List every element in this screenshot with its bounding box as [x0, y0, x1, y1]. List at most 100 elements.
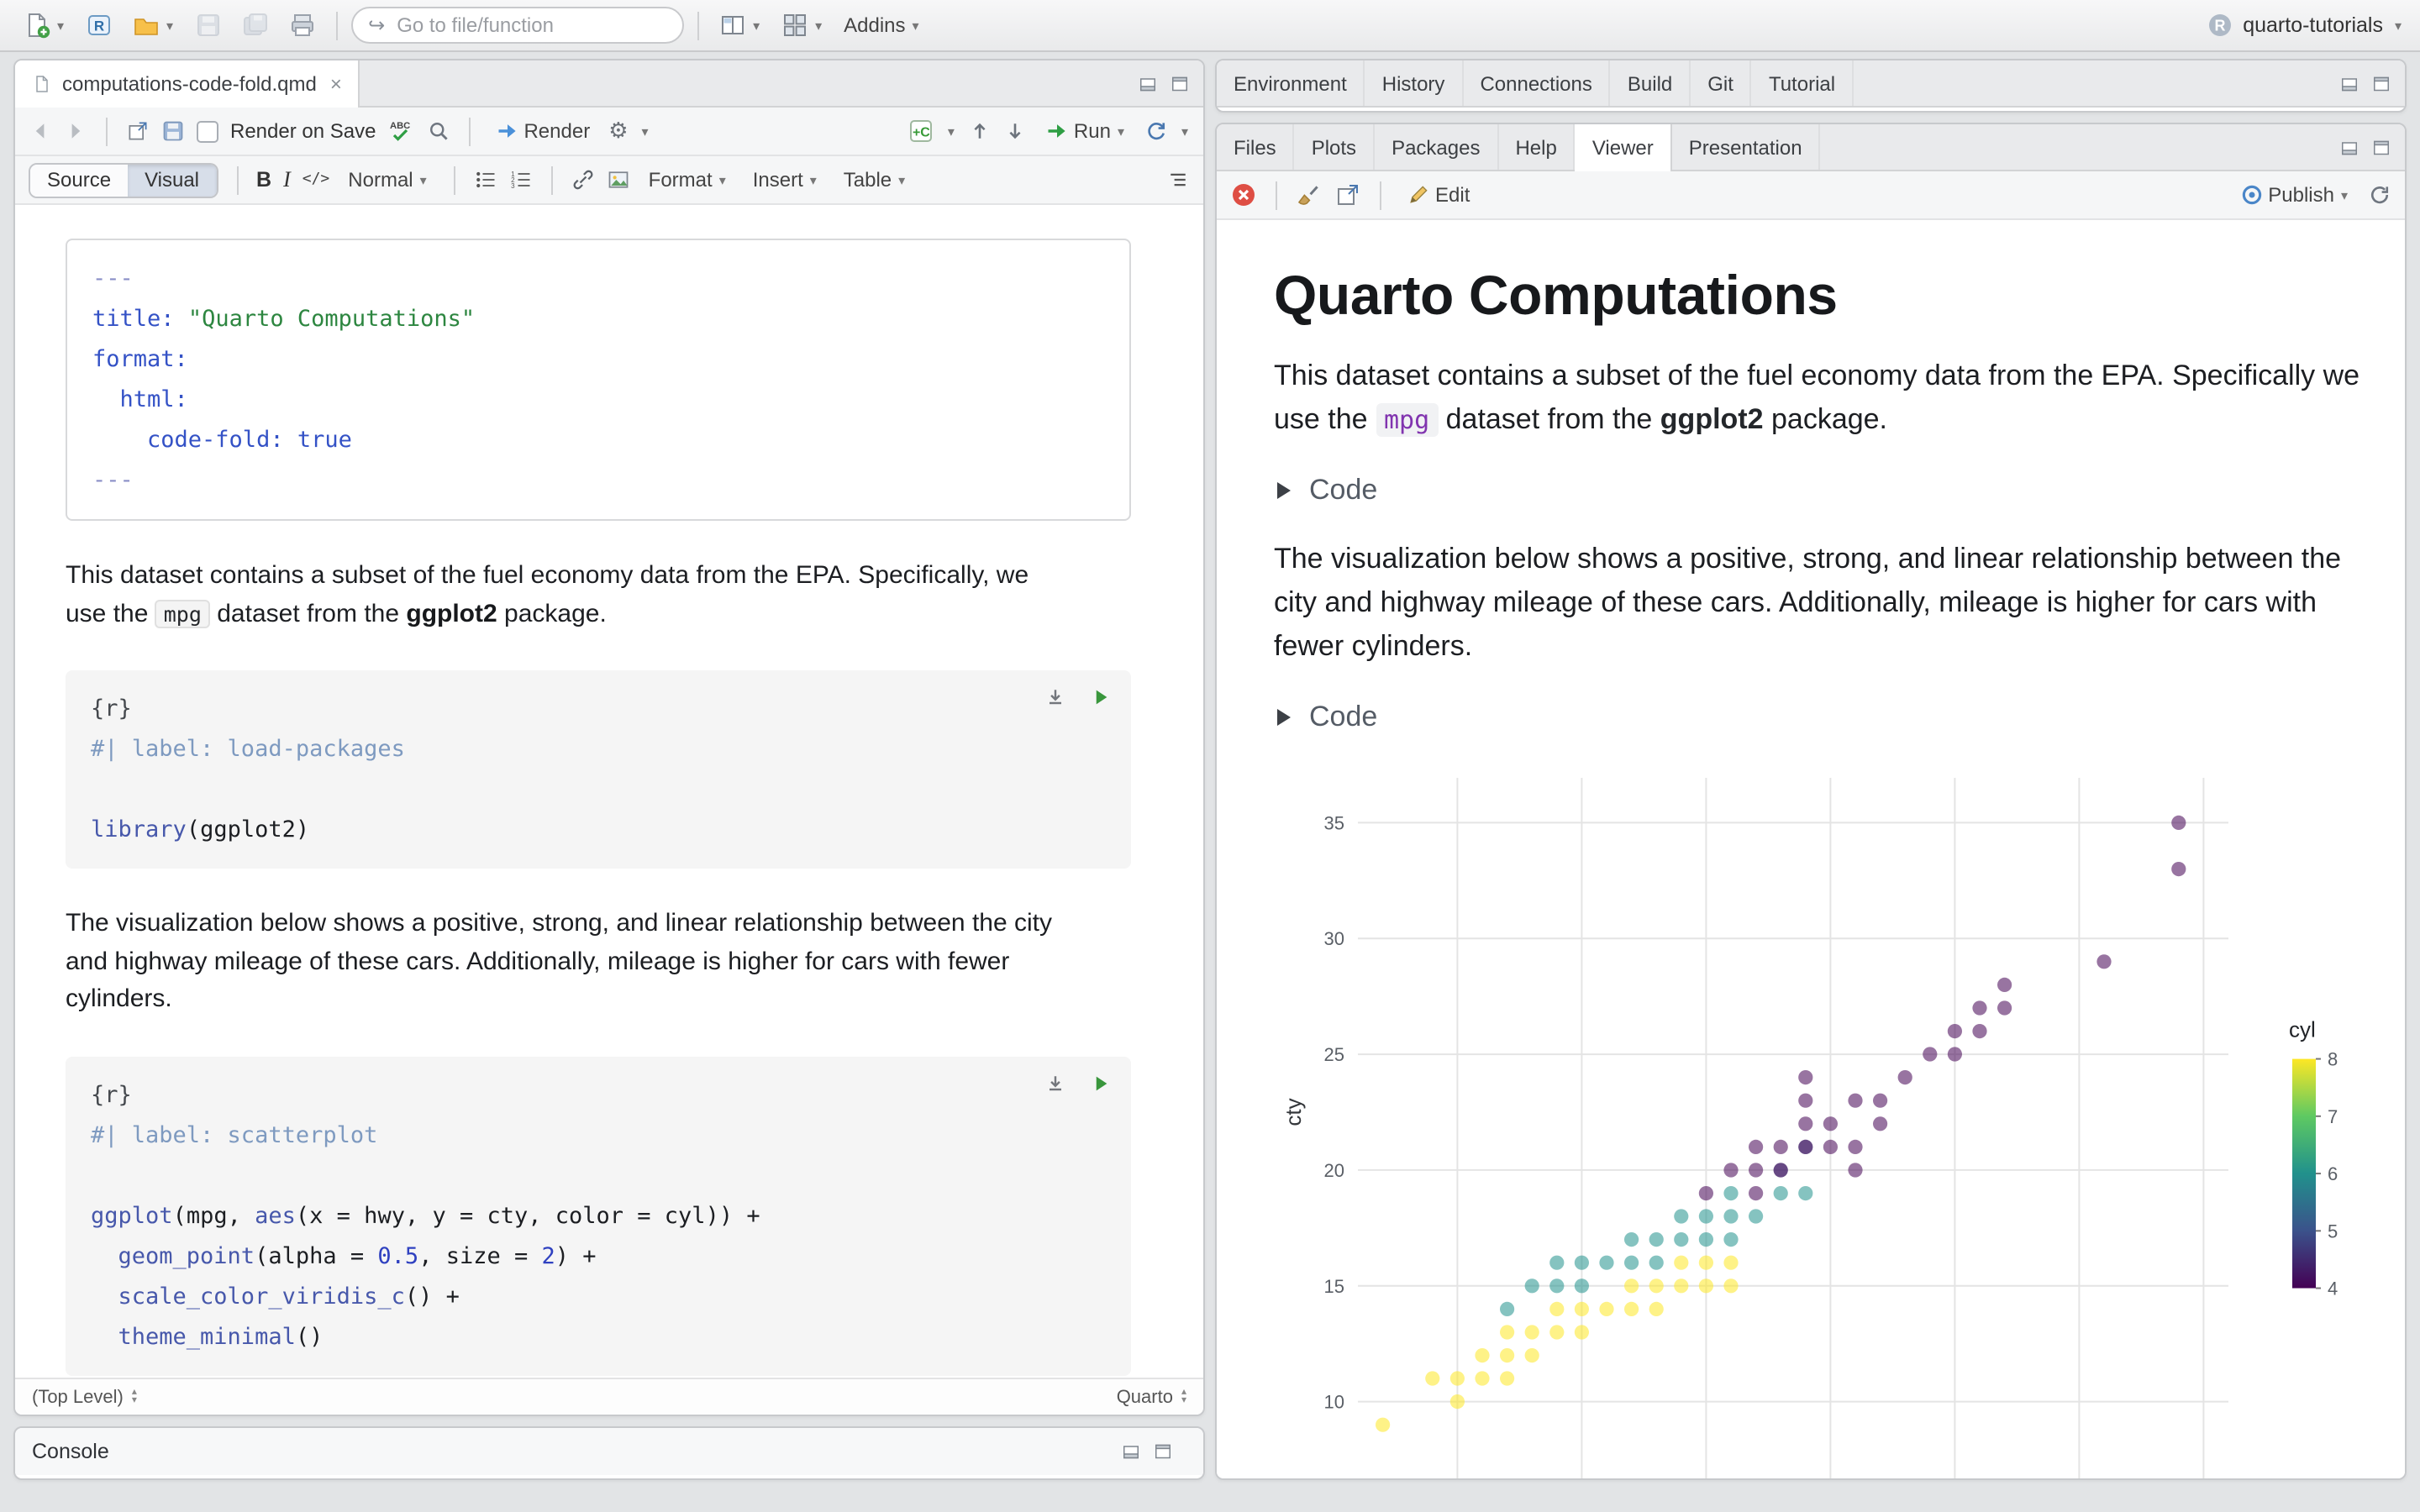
refresh-icon[interactable]: [2368, 183, 2391, 207]
pane-controls: [1138, 60, 1203, 106]
new-project-button[interactable]: R: [79, 7, 119, 44]
addins-menu[interactable]: Addins ▾: [837, 7, 927, 44]
bullet-list-icon[interactable]: [474, 168, 497, 192]
editor-tab-label: computations-code-fold.qmd: [62, 72, 317, 96]
source-mode-button[interactable]: Source: [30, 164, 129, 196]
image-icon[interactable]: [607, 168, 630, 192]
publish-button[interactable]: Publish ▾: [2233, 176, 2356, 213]
gear-icon[interactable]: ⚙: [608, 118, 628, 144]
forward-icon[interactable]: [64, 119, 87, 143]
tab-files[interactable]: Files: [1217, 124, 1295, 170]
pane-layout-button[interactable]: ▾: [775, 7, 830, 44]
run-chunks-above-icon[interactable]: [1044, 1071, 1067, 1095]
open-file-button[interactable]: ▾: [126, 7, 182, 44]
tab-environment[interactable]: Environment: [1217, 60, 1365, 106]
code-fold-toggle[interactable]: Code: [1277, 473, 2405, 507]
toolbar-divider: [1276, 181, 1277, 209]
popout-icon[interactable]: [126, 119, 150, 143]
back-icon[interactable]: [29, 119, 52, 143]
workspace-panes-button[interactable]: ▾: [713, 7, 768, 44]
table-menu[interactable]: Table ▾: [837, 161, 913, 198]
toolbar-divider: [236, 165, 238, 194]
code-fold-toggle[interactable]: Code: [1277, 700, 2405, 733]
format-menu[interactable]: Format ▾: [642, 161, 734, 198]
popout-icon[interactable]: [1334, 181, 1361, 208]
outline-location-selector[interactable]: (Top Level) ▴ ▾: [32, 1387, 137, 1407]
editor-paragraph[interactable]: The visualization below shows a positive…: [66, 906, 1074, 1019]
tab-help[interactable]: Help: [1498, 124, 1576, 170]
run-button[interactable]: Run ▾: [1039, 113, 1133, 150]
clear-viewer-icon[interactable]: [1230, 181, 1257, 208]
tab-history[interactable]: History: [1365, 60, 1464, 106]
close-icon[interactable]: ×: [330, 72, 342, 96]
italic-button[interactable]: I: [283, 166, 291, 193]
render-on-save-label: Render on Save: [230, 119, 376, 143]
new-file-button[interactable]: ▾: [17, 7, 72, 44]
run-chunks-above-icon[interactable]: [1044, 685, 1067, 709]
maximize-pane-icon[interactable]: [1153, 1441, 1173, 1462]
bold-button[interactable]: B: [256, 168, 271, 192]
outline-toggle-icon[interactable]: [1166, 168, 1190, 192]
editor-statusbar: (Top Level) ▴ ▾ Quarto ▴ ▾: [15, 1378, 1203, 1415]
goto-file-input[interactable]: [393, 12, 636, 39]
editor-tab[interactable]: computations-code-fold.qmd ×: [15, 60, 360, 108]
rerun-icon[interactable]: [1144, 119, 1168, 143]
inline-code-button[interactable]: </>: [302, 171, 330, 188]
paragraph-style-menu[interactable]: Normal ▾: [341, 161, 434, 198]
tab-connections[interactable]: Connections: [1463, 60, 1611, 106]
run-chunk-icon[interactable]: [1089, 1071, 1113, 1095]
render-on-save-checkbox[interactable]: [197, 120, 218, 142]
search-icon[interactable]: [426, 119, 450, 143]
maximize-pane-icon[interactable]: [2371, 137, 2391, 157]
print-button[interactable]: [282, 7, 323, 44]
spellcheck-icon[interactable]: ABC: [387, 118, 414, 144]
edit-button[interactable]: Edit: [1400, 176, 1476, 213]
code-chunk-scatterplot[interactable]: {r} #| label: scatterplot ggplot(mpg, aes…: [66, 1056, 1131, 1375]
minimize-pane-icon[interactable]: [2339, 137, 2360, 157]
tab-plots[interactable]: Plots: [1295, 124, 1376, 170]
addins-label: Addins: [844, 13, 906, 37]
language-mode-selector[interactable]: Quarto ▴ ▾: [1117, 1387, 1186, 1407]
minimize-pane-icon[interactable]: [2339, 73, 2360, 93]
chunk-code: {r} #| label: load-packages library(ggplo…: [91, 696, 405, 843]
r-project-icon: R: [2208, 14, 2231, 36]
svg-text:ABC: ABC: [389, 121, 409, 131]
save-icon[interactable]: [161, 119, 185, 143]
tab-tutorial[interactable]: Tutorial: [1752, 60, 1854, 106]
goto-arrow-icon: ↪: [368, 13, 386, 37]
caret-down-icon: ▾: [2394, 18, 2402, 33]
minimize-pane-icon[interactable]: [1121, 1441, 1141, 1462]
tab-presentation[interactable]: Presentation: [1672, 124, 1821, 170]
tab-viewer[interactable]: Viewer: [1575, 124, 1672, 171]
tab-packages[interactable]: Packages: [1375, 124, 1499, 170]
run-chunk-icon[interactable]: [1089, 685, 1113, 709]
maximize-pane-icon[interactable]: [2371, 73, 2391, 93]
numbered-list-icon[interactable]: 123: [509, 168, 533, 192]
broom-icon[interactable]: [1296, 181, 1323, 208]
maximize-pane-icon[interactable]: [1170, 73, 1190, 93]
tab-build[interactable]: Build: [1611, 60, 1691, 106]
insert-menu[interactable]: Insert ▾: [746, 161, 825, 198]
tab-git[interactable]: Git: [1691, 60, 1752, 106]
link-icon[interactable]: [571, 168, 595, 192]
visual-editor-canvas[interactable]: --- title: "Quarto Computations" format: h…: [15, 205, 1203, 1378]
project-menu[interactable]: R quarto-tutorials ▾: [2206, 12, 2403, 39]
goto-file-box[interactable]: ↪: [351, 7, 685, 44]
save-button[interactable]: [188, 7, 229, 44]
minimize-pane-icon[interactable]: [1138, 73, 1158, 93]
code-fold-label: Code: [1309, 700, 1378, 732]
run-previous-icon[interactable]: [968, 119, 992, 143]
save-all-button[interactable]: [235, 7, 276, 44]
editor-paragraph[interactable]: This dataset contains a subset of the fu…: [66, 558, 1074, 633]
toolbar-divider: [106, 117, 108, 145]
rstudio-window: ▾ R ▾ ↪ ▾ ▾ Add: [0, 0, 2420, 1512]
new-file-icon: [29, 13, 50, 39]
render-button[interactable]: Render: [488, 113, 597, 150]
yaml-block[interactable]: --- title: "Quarto Computations" format: h…: [66, 239, 1131, 521]
visual-mode-button[interactable]: Visual: [128, 164, 216, 196]
code-chunk-load-packages[interactable]: {r} #| label: load-packages library(ggplo…: [66, 670, 1131, 869]
run-next-icon[interactable]: [1003, 119, 1027, 143]
svg-text:cty: cty: [1281, 1098, 1306, 1126]
chunk-code: {r} #| label: scatterplot ggplot(mpg, aes…: [91, 1081, 760, 1350]
insert-chunk-icon[interactable]: +C: [908, 118, 934, 144]
